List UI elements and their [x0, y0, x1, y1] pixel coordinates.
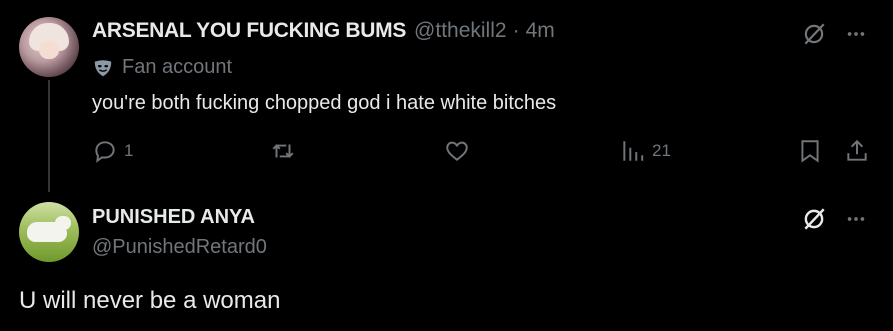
avatar-face — [39, 41, 59, 59]
thread-line — [48, 80, 50, 192]
tweet-text: U will never be a woman — [19, 287, 281, 314]
bookmark-icon — [801, 140, 819, 163]
tweet-actions: 1 21 — [92, 138, 882, 168]
reply-icon — [95, 141, 115, 163]
more-icon[interactable] — [845, 23, 867, 45]
bookmark-button[interactable] — [797, 138, 823, 164]
views-count: 21 — [652, 141, 671, 160]
like-icon — [446, 141, 468, 161]
fan-account-label: Fan account — [92, 56, 232, 79]
views-icon — [623, 141, 644, 161]
like-button[interactable] — [444, 138, 470, 164]
display-name[interactable]: PUNISHED ANYA — [92, 206, 255, 229]
timestamp[interactable]: 4m — [526, 19, 555, 43]
avatar[interactable] — [19, 17, 79, 77]
mask-icon — [94, 59, 112, 76]
separator-dot: · — [512, 19, 520, 42]
avatar-lamb-head — [55, 216, 71, 230]
display-name[interactable]: ARSENAL YOU FUCKING BUMS — [92, 19, 406, 43]
share-button[interactable] — [844, 138, 870, 164]
user-handle[interactable]: @PunishedRetard0 — [92, 236, 267, 259]
fan-account-text: Fan account — [122, 56, 233, 78]
more-icon[interactable] — [845, 208, 867, 230]
user-handle[interactable]: @tthekill2 — [414, 19, 507, 43]
tweet-header: ARSENAL YOU FUCKING BUMS @tthekill2 · 4m — [92, 19, 555, 43]
grok-icon[interactable] — [801, 21, 827, 47]
avatar[interactable] — [19, 202, 79, 262]
reply-button[interactable]: 1 — [92, 138, 133, 164]
tweet-top-icons — [801, 21, 867, 47]
repost-button[interactable] — [270, 138, 296, 164]
tweet-top-icons — [801, 206, 867, 232]
grok-icon[interactable] — [801, 206, 827, 232]
reply-count: 1 — [124, 141, 134, 160]
share-icon — [847, 139, 867, 161]
repost-icon — [272, 144, 294, 158]
tweet-text: you're both fucking chopped god i hate w… — [92, 92, 557, 114]
views-button[interactable]: 21 — [620, 138, 671, 164]
